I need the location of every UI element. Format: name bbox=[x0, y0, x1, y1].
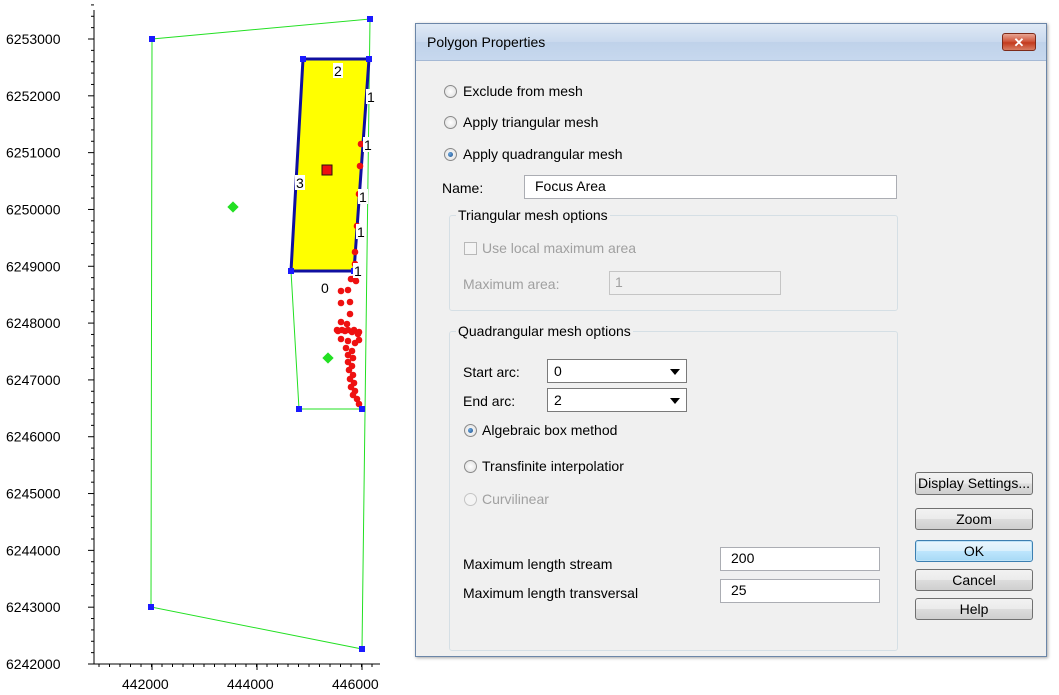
arc-label: 2 bbox=[334, 63, 342, 79]
channel-point bbox=[344, 337, 352, 345]
apply-quadrangular-mesh-label[interactable]: Apply quadrangular mesh bbox=[463, 146, 623, 162]
y-tick-label: 6248000 bbox=[6, 315, 61, 331]
channel-point bbox=[346, 310, 354, 318]
vertex-node[interactable] bbox=[366, 56, 372, 62]
maximum-area-label: Maximum area: bbox=[463, 276, 560, 292]
curvilinear-radio[interactable] bbox=[464, 493, 477, 506]
y-tick-label: 6246000 bbox=[6, 429, 61, 445]
name-input[interactable]: Focus Area bbox=[524, 175, 897, 199]
y-tick-label: 6242000 bbox=[6, 656, 61, 672]
start-arc-label: Start arc: bbox=[463, 364, 520, 380]
x-tick-label: 442000 bbox=[122, 676, 169, 692]
vertex-node[interactable] bbox=[367, 16, 373, 22]
channel-point bbox=[343, 320, 351, 328]
arc-label: 3 bbox=[296, 175, 304, 191]
channel-point bbox=[341, 327, 349, 335]
focus-centroid-marker[interactable] bbox=[321, 164, 333, 176]
vertex-node[interactable] bbox=[300, 56, 306, 62]
y-tick-label: 6251000 bbox=[6, 145, 61, 161]
vertex-node[interactable] bbox=[148, 604, 154, 610]
apply-triangular-mesh-radio[interactable] bbox=[444, 116, 457, 129]
channel-point bbox=[346, 298, 354, 306]
channel-point bbox=[342, 344, 350, 352]
lower-centroid-marker[interactable] bbox=[322, 352, 334, 364]
channel-point bbox=[356, 162, 364, 170]
exclude-from-mesh-label[interactable]: Exclude from mesh bbox=[463, 83, 583, 99]
display-settings-button[interactable]: Display Settings... bbox=[915, 472, 1033, 495]
max-length-transversal-input[interactable]: 25 bbox=[720, 579, 880, 603]
zoom-button[interactable]: Zoom bbox=[915, 508, 1033, 530]
vertex-node[interactable] bbox=[149, 36, 155, 42]
x-tick-label: 446000 bbox=[332, 676, 379, 692]
dialog-titlebar[interactable]: Polygon Properties ✕ bbox=[416, 24, 1046, 61]
triangular-mesh-options-group: Triangular mesh options bbox=[449, 207, 898, 311]
channel-point bbox=[337, 299, 345, 307]
plot-canvas[interactable]: 6242000 6243000 6244000 6245000 6246000 62470… bbox=[0, 0, 410, 695]
vertex-node[interactable] bbox=[359, 646, 365, 652]
channel-point bbox=[344, 286, 352, 294]
arc-label: 1 bbox=[359, 189, 367, 205]
channel-point bbox=[337, 335, 345, 343]
start-arc-value: 0 bbox=[554, 363, 562, 379]
channel-point bbox=[334, 327, 342, 335]
map-plot[interactable]: 6242000 6243000 6244000 6245000 6246000 62470… bbox=[0, 0, 410, 695]
arc-label: 1 bbox=[357, 224, 365, 240]
chevron-down-icon bbox=[670, 369, 680, 375]
chevron-down-icon bbox=[670, 398, 680, 404]
triangular-mesh-options-title: Triangular mesh options bbox=[456, 207, 610, 223]
cancel-button[interactable]: Cancel bbox=[915, 569, 1033, 591]
transfinite-interpolation-radio[interactable] bbox=[464, 460, 477, 473]
y-tick-label: 6243000 bbox=[6, 599, 61, 615]
arc-label: 1 bbox=[354, 263, 362, 279]
close-button[interactable]: ✕ bbox=[1002, 33, 1036, 51]
max-length-stream-label: Maximum length stream bbox=[463, 556, 613, 572]
use-local-maximum-area-checkbox[interactable] bbox=[464, 242, 477, 255]
channel-point bbox=[351, 248, 359, 256]
channel-point bbox=[355, 336, 363, 344]
y-axis-ticks: 6242000 6243000 6244000 6245000 6246000 62470… bbox=[6, 4, 94, 672]
y-tick-label: 6250000 bbox=[6, 201, 61, 217]
help-button[interactable]: Help bbox=[915, 598, 1033, 620]
arc-label: 0 bbox=[321, 280, 329, 296]
y-tick-label: 6245000 bbox=[6, 486, 61, 502]
arc-label: 1 bbox=[364, 137, 372, 153]
y-tick-label: 6249000 bbox=[6, 258, 61, 274]
y-tick-label: 6247000 bbox=[6, 372, 61, 388]
x-axis-ticks: 442000 444000 446000 bbox=[98, 664, 379, 692]
channel-point bbox=[354, 330, 362, 338]
channel-point bbox=[348, 328, 356, 336]
maximum-area-input[interactable]: 1 bbox=[609, 271, 781, 295]
end-arc-label: End arc: bbox=[463, 393, 516, 409]
curvilinear-label[interactable]: Curvilinear bbox=[482, 491, 549, 507]
vertex-node[interactable] bbox=[296, 406, 302, 412]
y-tick-label: 6253000 bbox=[6, 31, 61, 47]
vertex-node[interactable] bbox=[359, 406, 365, 412]
outer-centroid-marker[interactable] bbox=[227, 201, 239, 213]
quadrangular-mesh-options-title: Quadrangular mesh options bbox=[456, 323, 633, 339]
algebraic-box-method-radio[interactable] bbox=[464, 424, 477, 437]
x-tick-label: 444000 bbox=[227, 676, 274, 692]
ok-button[interactable]: OK bbox=[915, 540, 1033, 562]
use-local-maximum-area-label[interactable]: Use local maximum area bbox=[482, 240, 636, 256]
name-label: Name: bbox=[442, 180, 484, 196]
transfinite-interpolation-label[interactable]: Transfinite interpolatior bbox=[482, 458, 624, 474]
exclude-from-mesh-radio[interactable] bbox=[444, 85, 457, 98]
channel-point bbox=[337, 287, 345, 295]
polygon-properties-dialog: Polygon Properties ✕ Exclude from mesh A… bbox=[415, 23, 1047, 657]
dialog-title: Polygon Properties bbox=[427, 34, 546, 50]
start-arc-select[interactable]: 0 bbox=[547, 359, 687, 383]
y-tick-label: 6252000 bbox=[6, 88, 61, 104]
apply-quadrangular-mesh-radio[interactable] bbox=[444, 148, 457, 161]
end-arc-select[interactable]: 2 bbox=[547, 388, 687, 412]
vertex-node[interactable] bbox=[288, 268, 294, 274]
algebraic-box-method-label[interactable]: Algebraic box method bbox=[482, 422, 617, 438]
arc-label: 1 bbox=[367, 89, 375, 105]
dialog-body: Exclude from mesh Apply triangular mesh … bbox=[416, 61, 1046, 656]
max-length-transversal-label: Maximum length transversal bbox=[463, 585, 639, 601]
max-length-stream-input[interactable]: 200 bbox=[720, 547, 880, 571]
y-tick-label: 6244000 bbox=[6, 542, 61, 558]
channel-point bbox=[337, 318, 345, 326]
apply-triangular-mesh-label[interactable]: Apply triangular mesh bbox=[463, 114, 598, 130]
end-arc-value: 2 bbox=[554, 392, 562, 408]
